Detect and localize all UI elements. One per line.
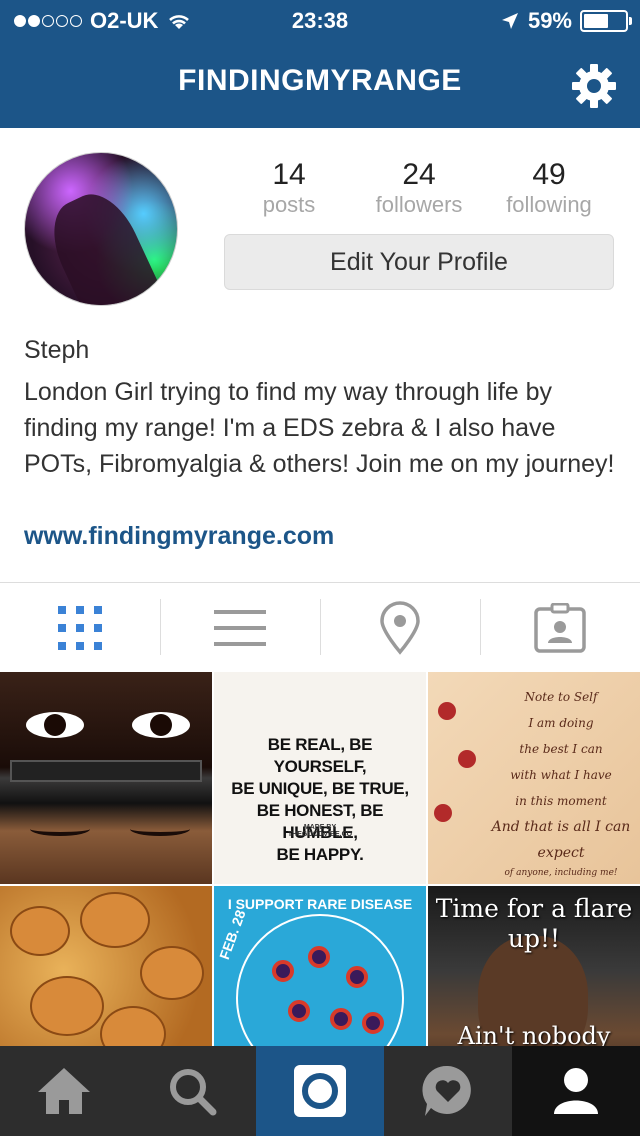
profile-website-link[interactable]: www.findingmyrange.com	[24, 522, 334, 551]
meme-bottom-text: Ain't nobody	[457, 1022, 611, 1046]
profile-bio: London Girl trying to find my way throug…	[24, 378, 615, 478]
post-thumbnail[interactable]: I SUPPORT RARE DISEASE DAY FEB. 28	[214, 886, 426, 1046]
profile-icon	[554, 1068, 598, 1114]
list-icon	[214, 609, 266, 646]
stat-value: 14	[272, 158, 306, 191]
profile-name: Steph	[24, 336, 90, 364]
home-icon	[38, 1068, 90, 1114]
edit-profile-button[interactable]: Edit Your Profile	[224, 234, 614, 290]
post-thumbnail[interactable]	[0, 672, 212, 884]
status-bar: O2-UK 23:38 59%	[0, 0, 640, 40]
post-thumbnail[interactable]: BE REAL, BE YOURSELF, BE UNIQUE, BE TRUE…	[214, 672, 426, 884]
nav-home[interactable]	[0, 1046, 128, 1136]
avatar[interactable]	[24, 152, 178, 306]
activity-heart-icon	[422, 1065, 471, 1116]
stat-label: followers	[375, 192, 463, 217]
quote-line: BE HAPPY.	[276, 845, 364, 864]
tagged-photos-icon	[534, 602, 586, 653]
quote-line: BE REAL, BE YOURSELF,	[267, 735, 373, 776]
profile-username: FINDINGMYRANGE	[178, 64, 462, 97]
settings-gear-icon[interactable]	[570, 62, 618, 110]
tab-photo-map[interactable]	[320, 583, 480, 672]
post-thumbnail[interactable]: Note to Self I am doing the best I can w…	[428, 672, 640, 884]
tab-tagged-photos[interactable]	[480, 583, 640, 672]
stat-value: 24	[402, 158, 436, 191]
profile-view-tabs	[0, 582, 640, 672]
nav-explore[interactable]	[128, 1046, 256, 1136]
stat-value: 49	[532, 158, 566, 191]
stat-label: following	[506, 192, 592, 217]
nav-activity[interactable]	[384, 1046, 512, 1136]
map-pin-icon	[380, 600, 420, 655]
stat-label: posts	[262, 192, 316, 217]
nav-profile[interactable]	[512, 1046, 640, 1136]
grid-icon	[58, 605, 102, 650]
photo-grid: BE REAL, BE YOURSELF, BE UNIQUE, BE TRUE…	[0, 672, 640, 1046]
battery-percent: 59%	[527, 8, 572, 33]
post-thumbnail[interactable]: Time for a flare up!! Ain't nobody	[428, 886, 640, 1046]
post-thumbnail[interactable]	[0, 886, 212, 1046]
note-title: Note to Self	[524, 690, 598, 704]
note-line: And that is all I can expect	[491, 819, 631, 861]
note-line: I am doing	[528, 716, 594, 730]
profile-stats: 14 posts 24 followers 49 following	[224, 158, 614, 218]
tab-grid-view[interactable]	[0, 583, 160, 672]
battery-icon	[580, 10, 632, 32]
quote-line: BE UNIQUE, BE TRUE,	[231, 779, 409, 798]
note-line: of anyone, including me!	[504, 868, 618, 878]
tab-list-view[interactable]	[160, 583, 320, 672]
note-line: with what I have	[510, 768, 612, 782]
note-line: in this moment	[515, 794, 607, 808]
stat-posts[interactable]: 14 posts	[224, 158, 354, 218]
stat-following[interactable]: 49 following	[484, 158, 614, 218]
search-icon	[170, 1069, 217, 1116]
note-line: the best I can	[519, 742, 603, 756]
bottom-nav	[0, 1046, 640, 1136]
location-arrow-icon	[501, 13, 518, 29]
top-bar: O2-UK 23:38 59% FINDINGMYRANGE	[0, 0, 640, 128]
stat-followers[interactable]: 24 followers	[354, 158, 484, 218]
quote-credit: THEGOODVIBE.CO	[287, 831, 353, 838]
nav-camera[interactable]	[256, 1046, 384, 1136]
meme-top-text: Time for a flare up!!	[435, 894, 633, 953]
camera-icon	[294, 1065, 346, 1117]
quote-credit: MADE BY	[303, 824, 337, 831]
